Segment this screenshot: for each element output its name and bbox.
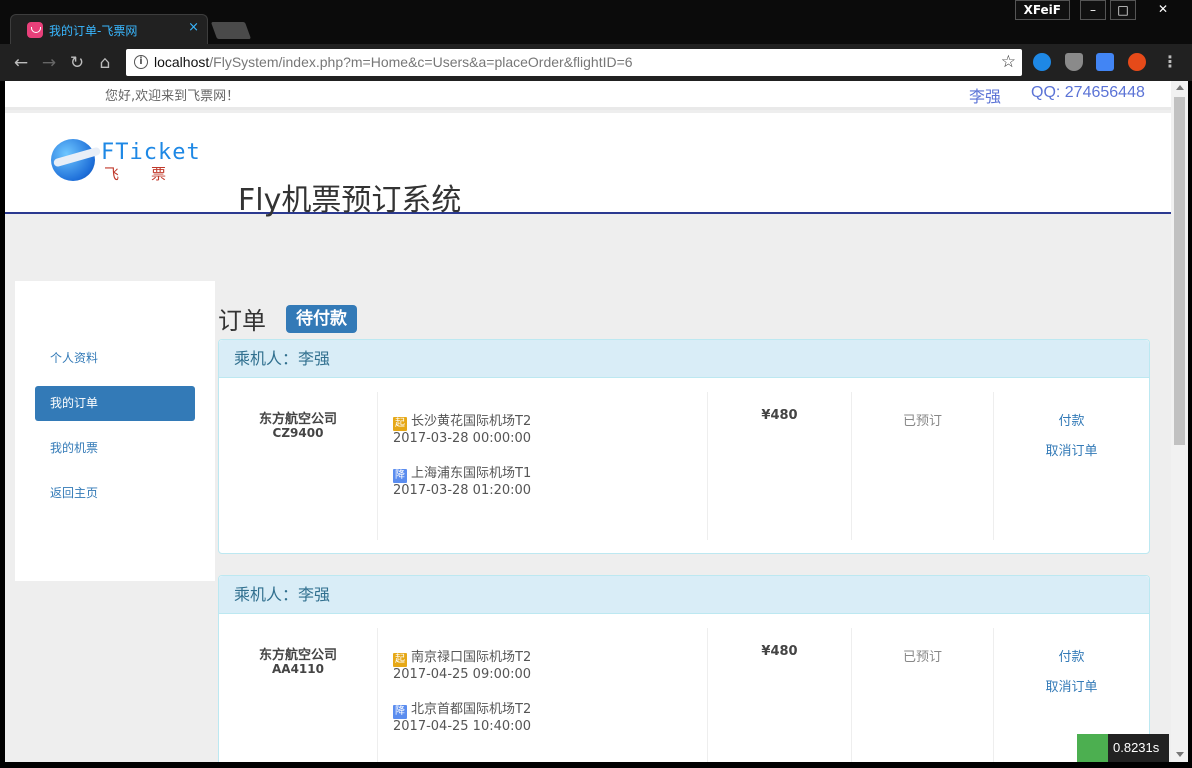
browser-titlebar: 我的订单-飞票网 × XFeiF – □ ✕ <box>0 0 1192 44</box>
sidebar-item-my-tickets[interactable]: 我的机票 <box>35 431 195 466</box>
qq-contact: QQ: 274656448 <box>1031 84 1145 101</box>
arrival-time: 2017-04-25 10:40:00 <box>393 719 532 734</box>
url-host: localhost <box>154 54 210 70</box>
site-title: Fly机票预订系统 <box>238 183 462 218</box>
route-column: 起南京禄口国际机场T2 2017-04-25 09:00:00 降北京首都国际机… <box>377 628 707 762</box>
page-load-timer: 0.8231s <box>1077 734 1169 762</box>
back-arrow-icon[interactable]: ← <box>10 52 32 74</box>
window-controls: XFeiF – □ ✕ <box>1014 0 1186 20</box>
welcome-text: 您好,欢迎来到飞票网！ <box>105 89 240 104</box>
order-status: 已预订 <box>851 392 993 540</box>
username-link[interactable]: 李强 <box>969 83 1001 107</box>
reload-icon[interactable]: ↻ <box>66 52 88 74</box>
maximize-button[interactable]: □ <box>1110 0 1136 20</box>
arrival-time: 2017-03-28 01:20:00 <box>393 483 532 498</box>
browser-tab[interactable]: 我的订单-飞票网 × <box>10 14 208 44</box>
arrival-segment: 降北京首都国际机场T2 2017-04-25 10:40:00 <box>393 698 707 734</box>
action-column: 付款 取消订单 <box>993 392 1149 540</box>
sidebar-item-home[interactable]: 返回主页 <box>35 476 195 511</box>
airline-column: 东方航空公司 CZ9400 <box>219 392 377 540</box>
timer-value: 0.8231s <box>1113 740 1160 755</box>
route-column: 起长沙黄花国际机场T2 2017-03-28 00:00:00 降上海浦东国际机… <box>377 392 707 540</box>
flight-number: AA4110 <box>272 662 324 676</box>
url-path: /FlySystem/index.php?m=Home&c=Users&a=pl… <box>209 54 633 70</box>
page-title: 订单 <box>218 307 266 335</box>
logo-plane-icon <box>52 146 102 168</box>
airline-name: 东方航空公司 <box>258 412 337 427</box>
sidebar-item-profile[interactable]: 个人资料 <box>35 341 195 376</box>
price-value: ¥480 <box>707 628 851 762</box>
site-info-icon[interactable]: i <box>134 55 148 69</box>
logo-subtitle: 飞票 <box>104 165 199 183</box>
departure-tag-icon: 起 <box>393 417 407 431</box>
new-tab-button[interactable] <box>210 22 252 39</box>
scroll-up-arrow-icon[interactable] <box>1176 85 1184 90</box>
departure-segment: 起南京禄口国际机场T2 2017-04-25 09:00:00 <box>393 646 707 682</box>
site-favicon-icon <box>27 22 43 38</box>
sidebar-item-my-orders[interactable]: 我的订单 <box>35 386 195 421</box>
price-value: ¥480 <box>707 392 851 540</box>
extension-infinity-icon[interactable] <box>1128 53 1146 71</box>
status-badge: 待付款 <box>286 305 357 333</box>
timer-logo-icon <box>1077 734 1108 762</box>
minimize-button[interactable]: – <box>1080 0 1106 20</box>
departure-time: 2017-04-25 09:00:00 <box>393 667 532 682</box>
passenger-label: 乘机人：李强 <box>219 340 1149 378</box>
address-bar[interactable]: i localhost/FlySystem/index.php?m=Home&c… <box>126 49 1022 76</box>
extension-diamond-icon[interactable] <box>1033 53 1051 71</box>
order-card: 乘机人：李强 东方航空公司 CZ9400 起长沙黄花国际机场T2 2017-03… <box>218 339 1150 554</box>
bookmark-star-icon[interactable]: ☆ <box>1001 52 1016 72</box>
airline-name: 东方航空公司 <box>258 648 337 663</box>
arrival-tag-icon: 降 <box>393 705 407 719</box>
departure-airport: 长沙黄花国际机场T2 <box>411 414 532 429</box>
departure-tag-icon: 起 <box>393 653 407 667</box>
departure-segment: 起长沙黄花国际机场T2 2017-03-28 00:00:00 <box>393 410 707 446</box>
tab-title: 我的订单-飞票网 <box>49 24 138 38</box>
flight-number: CZ9400 <box>272 426 324 440</box>
url-text: localhost/FlySystem/index.php?m=Home&c=U… <box>154 54 633 70</box>
pay-link[interactable]: 付款 <box>994 646 1149 665</box>
airline-column: 东方航空公司 AA4110 <box>219 628 377 762</box>
tab-close-icon[interactable]: × <box>188 20 199 35</box>
order-status: 已预订 <box>851 628 993 762</box>
top-info-bar: 您好,欢迎来到飞票网！ 李强 QQ: 274656448 <box>5 81 1171 110</box>
site-header: FTicket 飞票 Fly机票预订系统 <box>5 113 1171 218</box>
pay-link[interactable]: 付款 <box>994 410 1149 429</box>
logo-globe-icon[interactable] <box>51 139 102 181</box>
forward-arrow-icon[interactable]: → <box>38 52 60 74</box>
xfeif-extension-label[interactable]: XFeiF <box>1014 0 1070 20</box>
passenger-label: 乘机人：李强 <box>219 576 1149 614</box>
arrival-airport: 上海浦东国际机场T1 <box>411 466 532 481</box>
departure-airport: 南京禄口国际机场T2 <box>411 650 532 665</box>
cancel-order-link[interactable]: 取消订单 <box>994 676 1149 695</box>
arrival-airport: 北京首都国际机场T2 <box>411 702 532 717</box>
browser-menu-icon[interactable]: ⋮ <box>1162 52 1178 71</box>
order-card: 乘机人：李强 东方航空公司 AA4110 起南京禄口国际机场T2 2017-04… <box>218 575 1150 762</box>
browser-toolbar: ← → ↻ ⌂ i localhost/FlySystem/index.php?… <box>0 44 1192 81</box>
scrollbar-thumb[interactable] <box>1174 97 1185 445</box>
user-sidebar: 个人资料 我的订单 我的机票 返回主页 <box>15 281 215 581</box>
home-icon[interactable]: ⌂ <box>94 52 116 74</box>
arrival-segment: 降上海浦东国际机场T1 2017-03-28 01:20:00 <box>393 462 707 498</box>
extension-translate-icon[interactable] <box>1096 53 1114 71</box>
close-window-button[interactable]: ✕ <box>1140 0 1186 20</box>
vertical-scrollbar[interactable] <box>1171 81 1188 762</box>
scroll-down-arrow-icon[interactable] <box>1176 752 1184 757</box>
arrival-tag-icon: 降 <box>393 469 407 483</box>
departure-time: 2017-03-28 00:00:00 <box>393 431 532 446</box>
logo-text[interactable]: FTicket <box>101 140 201 165</box>
page-viewport: 您好,欢迎来到飞票网！ 李强 QQ: 274656448 FTicket 飞票 … <box>5 81 1171 762</box>
extension-shield-icon[interactable] <box>1065 53 1083 71</box>
cancel-order-link[interactable]: 取消订单 <box>994 440 1149 459</box>
